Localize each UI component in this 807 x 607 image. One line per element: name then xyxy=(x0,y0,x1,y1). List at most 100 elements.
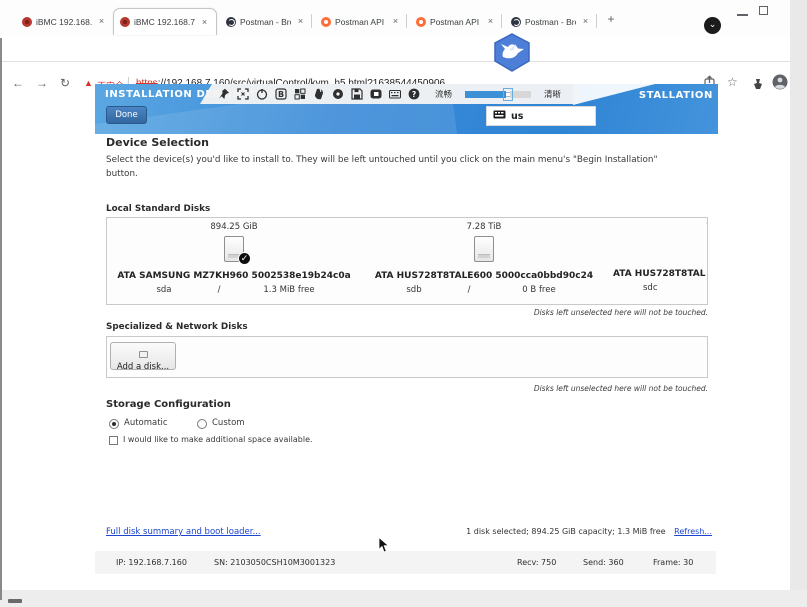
disk-free: 0 B free xyxy=(479,285,599,295)
video-capture-icon[interactable] xyxy=(370,88,382,100)
storage-configuration-title: Storage Configuration xyxy=(106,399,231,410)
quality-slider[interactable] xyxy=(465,91,531,98)
tab-separator xyxy=(501,14,502,28)
disk-size: 894.25 GiB xyxy=(115,222,353,232)
disk-device: sdb xyxy=(369,285,459,295)
tab-postman-browse-2[interactable]: Postman - Browse × xyxy=(505,8,597,35)
quality-slider-fill xyxy=(465,91,507,98)
tab-title: iBMC 192.168.7.16 xyxy=(36,17,92,27)
postman-favicon xyxy=(226,17,236,27)
svg-text:B: B xyxy=(278,90,284,99)
ibmc-favicon xyxy=(22,17,32,27)
back-button[interactable]: ← xyxy=(12,76,24,90)
disk-size: 7.28 TiB xyxy=(365,222,603,232)
status-ip: IP: 192.168.7.160 xyxy=(116,558,187,567)
reload-button[interactable]: ↻ xyxy=(60,76,70,90)
radio-automatic-label[interactable]: Automatic xyxy=(124,418,168,428)
tab-separator xyxy=(406,14,407,28)
pin-icon[interactable] xyxy=(218,88,230,100)
status-recv: Recv: 750 xyxy=(517,558,556,567)
svg-text:?: ? xyxy=(412,90,416,99)
add-disk-button[interactable]: Add a disk... xyxy=(110,342,176,370)
quality-high-label: 清晰 xyxy=(544,88,561,100)
virtual-keyboard-icon[interactable] xyxy=(389,88,401,100)
postman-favicon xyxy=(416,17,426,27)
unselected-disks-note: Disks left unselected here will not be t… xyxy=(106,308,708,317)
status-frame: Frame: 30 xyxy=(653,558,693,567)
tab-postman-browse-1[interactable]: Postman - Browse × xyxy=(220,8,312,35)
mouse-icon[interactable] xyxy=(313,88,325,100)
tab-title: Postman - Browse xyxy=(525,17,576,27)
disk-sda[interactable]: 894.25 GiB ✓ ATA SAMSUNG MZ7KH960 500253… xyxy=(115,222,353,295)
extensions-pin-icon[interactable] xyxy=(752,77,764,95)
tab-postman-api-2[interactable]: Postman API Platfo × xyxy=(410,8,502,35)
radio-automatic[interactable] xyxy=(109,419,119,429)
disk-device: sdc xyxy=(643,283,703,293)
background-window-edge xyxy=(0,38,2,600)
power-icon[interactable] xyxy=(256,88,268,100)
local-disks-title: Local Standard Disks xyxy=(106,204,210,214)
disk-device: sda xyxy=(119,285,209,295)
device-selection-text-line1: Select the device(s) you'd like to insta… xyxy=(106,155,658,165)
disk-name: ATA HUS728T8TALE600 5000cca0bbd90c24 xyxy=(365,271,603,281)
maximize-button[interactable] xyxy=(759,6,768,15)
specialized-disks-panel: Add a disk... xyxy=(106,336,708,378)
browser-toolbar: ← → ↻ ▲ 不安全 https://192.168.7.160/src/vi… xyxy=(0,35,790,62)
tab-postman-api-1[interactable]: Postman API Platfo × xyxy=(315,8,407,35)
installer-right-title: STALLATION xyxy=(639,90,713,101)
additional-space-label[interactable]: I would like to make additional space av… xyxy=(123,435,313,444)
selection-status-text: 1 disk selected; 894.25 GiB capacity; 1.… xyxy=(466,527,665,536)
save-floppy-icon[interactable] xyxy=(351,88,363,100)
bookmark-star-icon[interactable]: ☆ xyxy=(727,75,738,89)
new-tab-button[interactable]: + xyxy=(603,12,619,28)
full-disk-summary-link[interactable]: Full disk summary and boot loader... xyxy=(106,527,261,537)
specialized-disks-title: Specialized & Network Disks xyxy=(106,322,248,332)
local-disks-panel: 894.25 GiB ✓ ATA SAMSUNG MZ7KH960 500253… xyxy=(106,217,708,305)
help-icon[interactable]: ? xyxy=(408,88,420,100)
close-icon[interactable]: × xyxy=(295,16,306,27)
done-button[interactable]: Done xyxy=(106,106,147,124)
ibmc-favicon xyxy=(120,17,130,27)
forward-button[interactable]: → xyxy=(36,76,48,90)
disk-icon xyxy=(474,236,494,262)
disk-icon xyxy=(139,351,148,358)
postman-favicon xyxy=(321,17,331,27)
quality-slider-handle[interactable] xyxy=(503,88,513,101)
additional-space-checkbox[interactable] xyxy=(109,436,118,445)
tab-title: Postman API Platfo xyxy=(335,17,386,27)
close-icon[interactable]: × xyxy=(96,16,107,27)
disk-sdc-clipped[interactable]: 7 ATA HUS728T8TAL sdc xyxy=(603,222,708,293)
record-icon[interactable] xyxy=(332,88,344,100)
device-selection-title: Device Selection xyxy=(106,136,209,149)
tab-title: Postman API Platfo xyxy=(430,17,481,27)
kvm-toolbar: B ? 流畅 清晰 xyxy=(200,84,578,104)
desktop: iBMC 192.168.7.16 × iBMC 192.168.7.16 × … xyxy=(0,0,807,607)
radio-custom[interactable] xyxy=(197,419,207,429)
taskbar-fragment xyxy=(8,599,22,603)
disk-name: ATA HUS728T8TAL xyxy=(603,269,708,279)
keyboard-layout-selector[interactable]: us xyxy=(486,106,596,126)
radio-custom-label[interactable]: Custom xyxy=(212,418,245,428)
tab-ibmc-2-active[interactable]: iBMC 192.168.7.16 × xyxy=(113,8,217,35)
profile-avatar[interactable] xyxy=(772,74,788,95)
keyboard-layout-value: us xyxy=(511,111,523,122)
fullscreen-icon[interactable] xyxy=(237,88,249,100)
refresh-link[interactable]: Refresh... xyxy=(674,527,712,536)
search-tabs-button[interactable]: ⌄ xyxy=(704,17,721,34)
status-send: Send: 360 xyxy=(583,558,624,567)
close-icon[interactable]: × xyxy=(580,16,591,27)
hotkey-b-icon[interactable]: B xyxy=(275,88,287,100)
close-icon[interactable]: × xyxy=(485,16,496,27)
tab-ibmc-1[interactable]: iBMC 192.168.7.16 × xyxy=(16,8,113,35)
keyboard-icon xyxy=(493,110,506,122)
tab-title: Postman - Browse xyxy=(240,17,291,27)
close-icon[interactable]: × xyxy=(199,17,210,28)
close-icon[interactable]: × xyxy=(390,16,401,27)
disk-sdb[interactable]: 7.28 TiB ATA HUS728T8TALE600 5000cca0bbd… xyxy=(365,222,603,295)
tab-separator xyxy=(311,14,312,28)
screenshot-grid-icon[interactable] xyxy=(294,88,306,100)
selection-status: 1 disk selected; 894.25 GiB capacity; 1.… xyxy=(400,527,712,536)
minimize-button[interactable] xyxy=(737,14,748,16)
security-warning-icon[interactable]: ▲ xyxy=(84,78,93,88)
device-selection-text-line2: button. xyxy=(106,169,138,179)
